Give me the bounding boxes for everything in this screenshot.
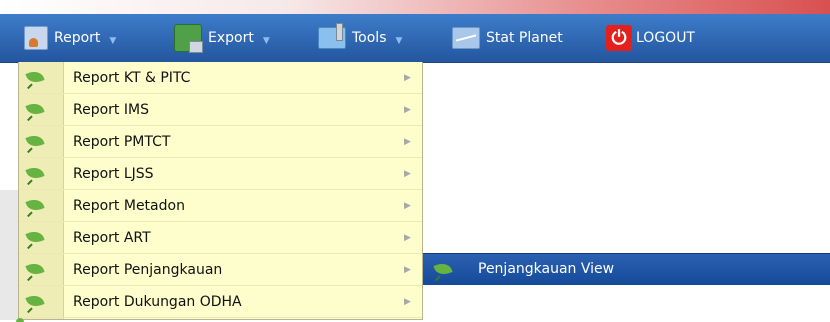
leaf-icon bbox=[25, 228, 45, 246]
menu-item-report-pmtct[interactable]: Report PMTCT ▶ bbox=[19, 126, 422, 158]
leaf-icon bbox=[433, 260, 453, 278]
stat-planet-icon bbox=[452, 27, 480, 49]
menu-item-label: Report KT & PITC bbox=[73, 70, 191, 86]
chevron-right-icon: ▶ bbox=[404, 137, 411, 147]
menu-item-label: Report PMTCT bbox=[73, 134, 171, 150]
chevron-down-icon: ▼ bbox=[395, 36, 403, 46]
top-accent-strip bbox=[0, 0, 830, 14]
chevron-right-icon: ▶ bbox=[404, 169, 411, 179]
chevron-right-icon: ▶ bbox=[404, 73, 411, 83]
menu-item-label: Report LJSS bbox=[73, 166, 154, 182]
tools-icon bbox=[318, 23, 346, 49]
menu-stat-planet[interactable]: Stat Planet bbox=[452, 14, 563, 62]
menu-item-label: Report IMS bbox=[73, 102, 149, 118]
chevron-right-icon: ▶ bbox=[404, 233, 411, 243]
leaf-icon bbox=[25, 68, 45, 86]
menu-stat-planet-label: Stat Planet bbox=[486, 30, 563, 46]
menu-tools[interactable]: Tools ▼ bbox=[318, 14, 402, 62]
chevron-down-icon: ▼ bbox=[109, 36, 117, 46]
left-panel-edge bbox=[0, 190, 18, 320]
menu-item-report-ims[interactable]: Report IMS ▶ bbox=[19, 94, 422, 126]
menu-item-report-art[interactable]: Report ART ▶ bbox=[19, 222, 422, 254]
main-menubar: Report ▼ Export ▼ Tools ▼ Stat Planet ⏻ … bbox=[0, 14, 830, 63]
menu-export[interactable]: Export ▼ bbox=[174, 14, 270, 62]
menu-item-label: Report Dukungan ODHA bbox=[73, 294, 242, 310]
menu-item-label: Report Penjangkauan bbox=[73, 262, 223, 278]
chevron-right-icon: ▶ bbox=[404, 265, 411, 275]
leaf-icon bbox=[16, 318, 24, 322]
submenu-item-label: Penjangkauan View bbox=[478, 261, 615, 277]
menu-item-label: Report ART bbox=[73, 230, 151, 246]
leaf-icon bbox=[25, 260, 45, 278]
menu-tools-label: Tools bbox=[352, 30, 387, 46]
leaf-icon bbox=[25, 100, 45, 118]
menu-export-label: Export bbox=[208, 30, 254, 46]
submenu-item-penjangkauan-view[interactable]: Penjangkauan View bbox=[423, 254, 830, 285]
leaf-icon bbox=[25, 196, 45, 214]
leaf-icon bbox=[25, 292, 45, 310]
menu-item-report-metadon[interactable]: Report Metadon ▶ bbox=[19, 190, 422, 222]
chevron-right-icon: ▶ bbox=[404, 297, 411, 307]
export-icon bbox=[174, 24, 203, 53]
menu-logout[interactable]: ⏻ LOGOUT bbox=[606, 14, 695, 62]
power-icon: ⏻ bbox=[606, 25, 632, 51]
report-icon bbox=[24, 26, 48, 50]
submenu-penjangkauan: Penjangkauan View bbox=[423, 253, 830, 285]
menu-item-report-penjangkauan[interactable]: Report Penjangkauan ▶ bbox=[19, 254, 422, 286]
menu-logout-label: LOGOUT bbox=[636, 30, 695, 46]
chevron-right-icon: ▶ bbox=[404, 105, 411, 115]
menu-item-report-kt-pitc[interactable]: Report KT & PITC ▶ bbox=[19, 62, 422, 94]
chevron-right-icon: ▶ bbox=[404, 201, 411, 211]
menu-item-report-ljss[interactable]: Report LJSS ▶ bbox=[19, 158, 422, 190]
menu-item-report-dukungan-odha[interactable]: Report Dukungan ODHA ▶ bbox=[19, 286, 422, 318]
chevron-down-icon: ▼ bbox=[262, 36, 270, 46]
leaf-icon bbox=[25, 132, 45, 150]
menu-item-label: Report Metadon bbox=[73, 198, 185, 214]
menu-report[interactable]: Report ▼ bbox=[24, 14, 116, 62]
report-dropdown-menu: Report KT & PITC ▶ Report IMS ▶ Report P… bbox=[18, 62, 423, 320]
leaf-icon bbox=[25, 164, 45, 182]
menu-report-label: Report bbox=[54, 30, 101, 46]
